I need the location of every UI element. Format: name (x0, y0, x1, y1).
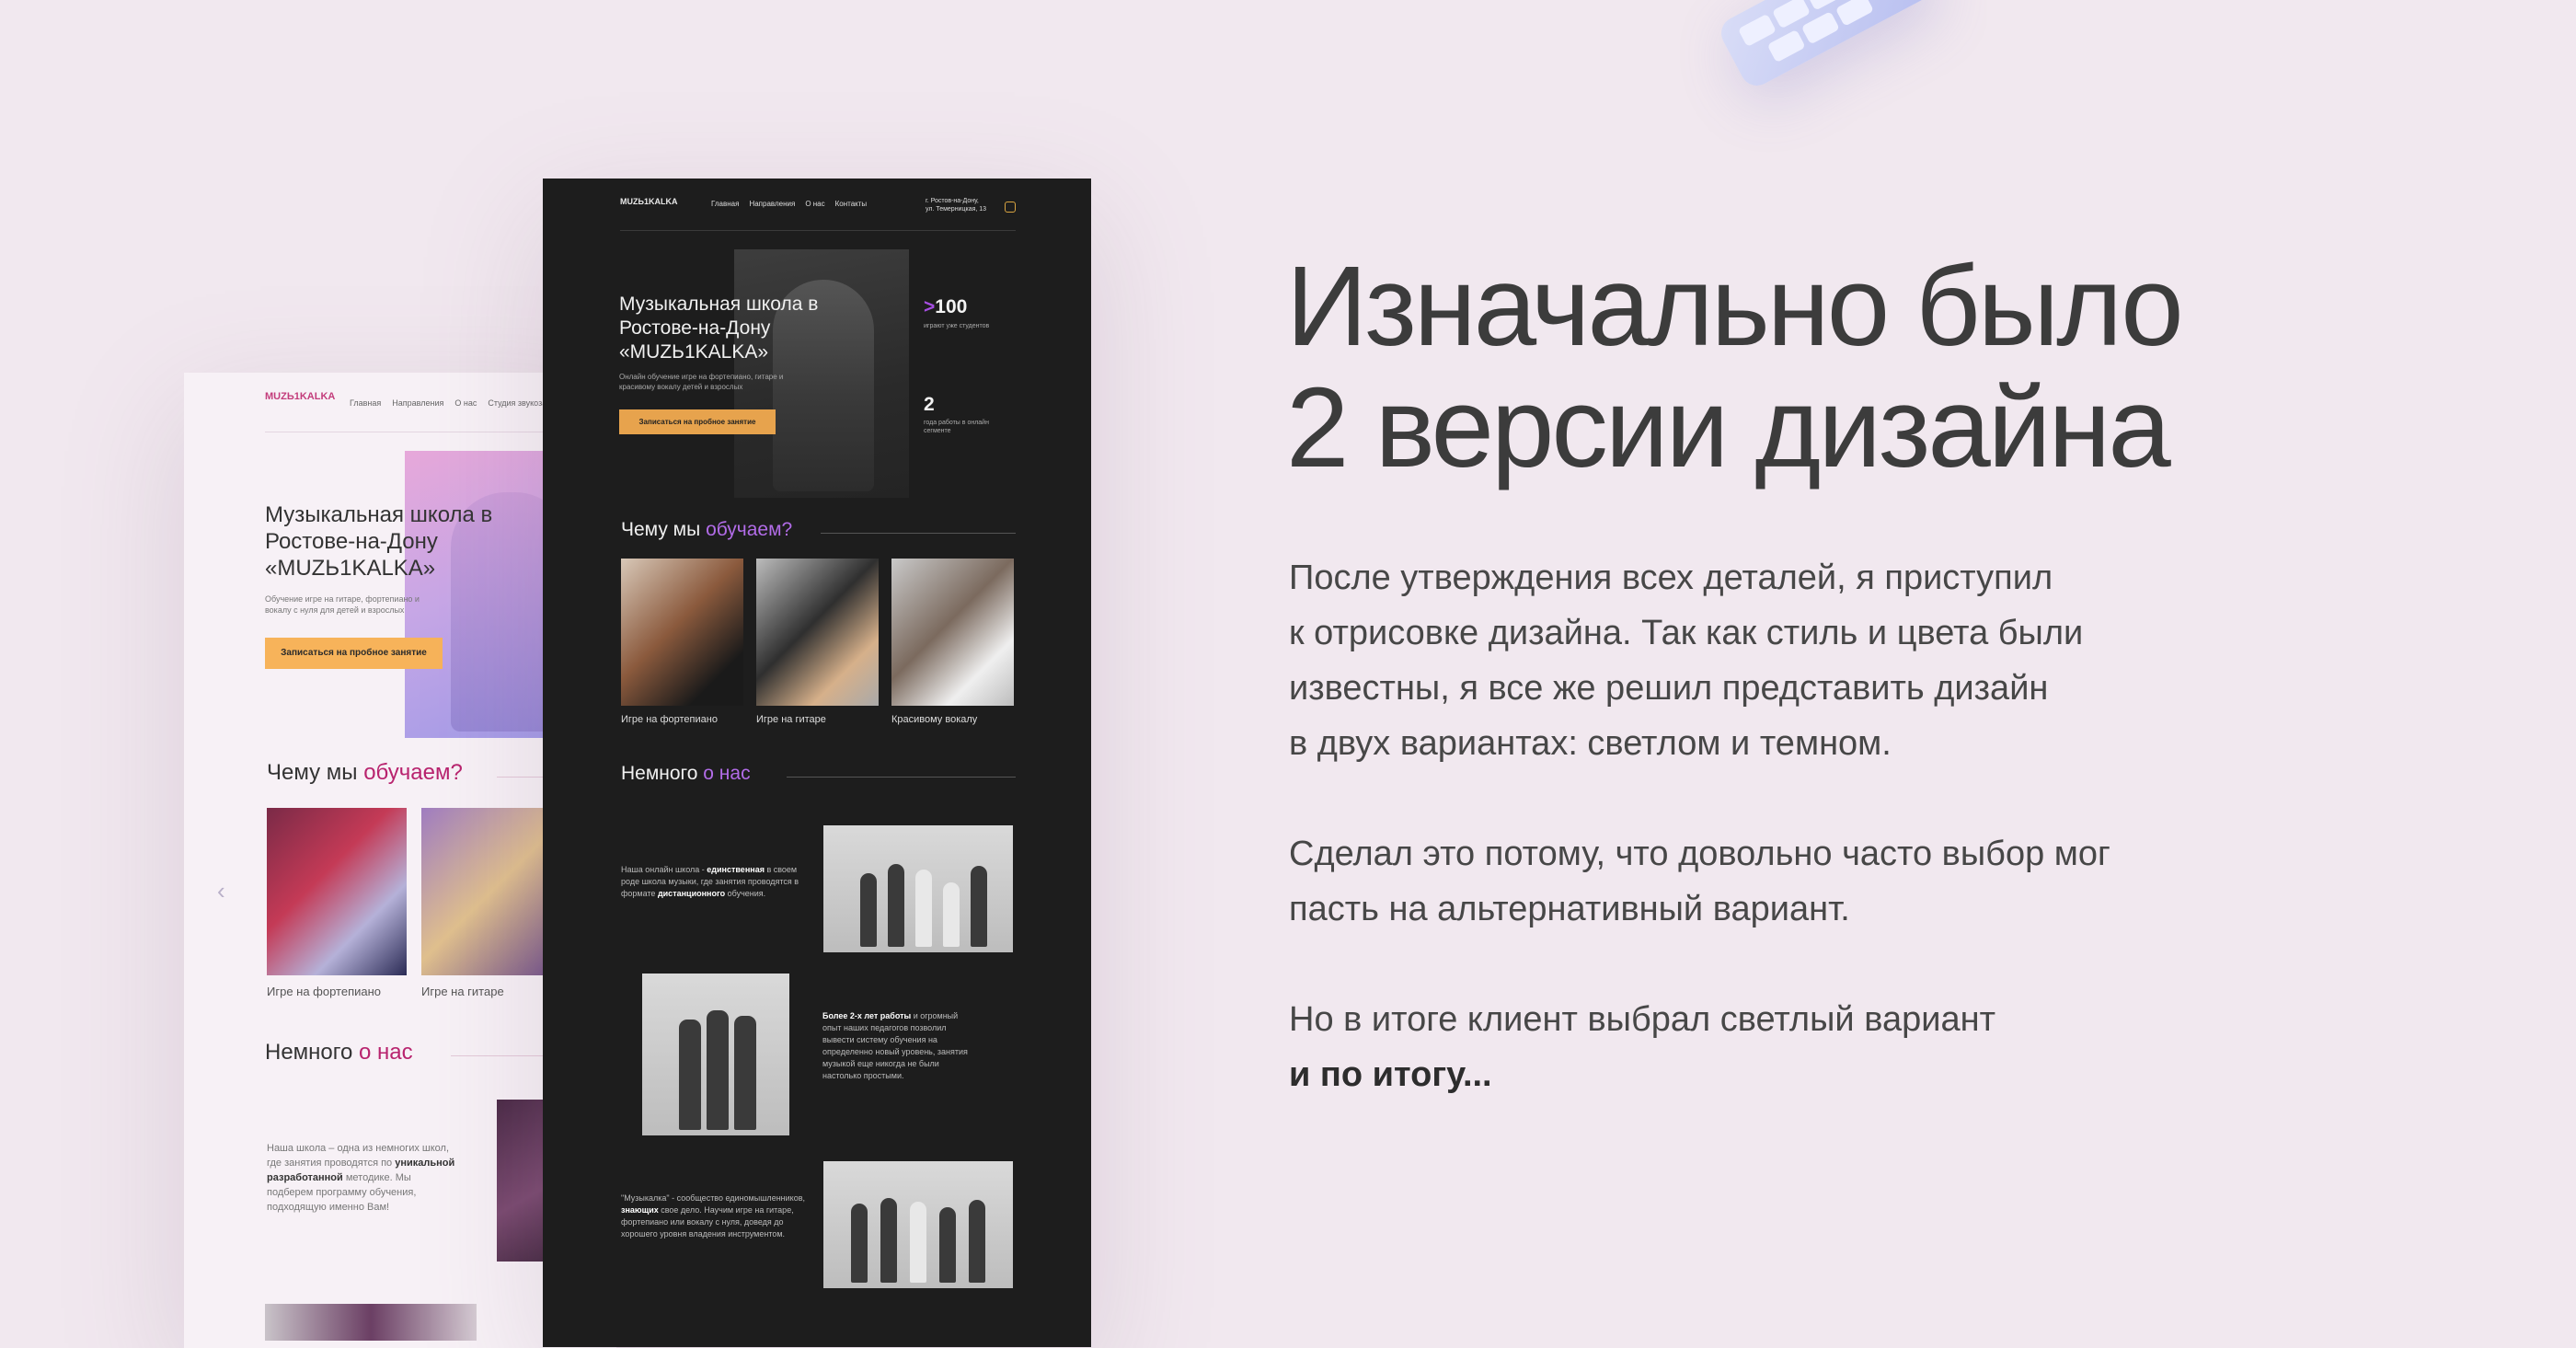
about-text-3: "Музыкалка" - сообщество единомышленнико… (621, 1193, 805, 1239)
gallery-image (265, 1304, 477, 1341)
hero-subtitle: Обучение игре на гитаре, фортепиано и во… (265, 594, 420, 615)
card-caption: Красивому вокалу (891, 714, 978, 725)
teach-section-title: Чему мы обучаем? (267, 760, 463, 785)
card-piano-image[interactable] (267, 808, 407, 975)
paragraph-1: После утверждения всех деталей, я присту… (1289, 559, 2084, 763)
keyboard-decoration (1715, 0, 1938, 92)
nav-item-contacts[interactable]: Контакты (835, 200, 868, 208)
teach-section-title: Чему мы обучаем? (621, 519, 793, 540)
hero-subtitle: Онлайн обучение игре на фортепиано, гита… (619, 373, 784, 391)
stat-students-number: >100 (924, 296, 968, 317)
about-text-1: Наша онлайн школа - единственная в своем… (621, 865, 799, 898)
paragraph-2: Сделал это потому, что довольно часто вы… (1289, 835, 2110, 928)
card-vocal-image[interactable] (891, 559, 1014, 706)
card-caption: Игре на гитаре (756, 714, 826, 725)
stat-years-label: года работы в онлайн сегменте (924, 420, 989, 434)
chevron-left-icon[interactable]: ‹ (217, 877, 225, 905)
card-caption: Игре на фортепиано (621, 714, 718, 725)
team-photo-3 (823, 1161, 1013, 1288)
trial-lesson-button[interactable]: Записаться на пробное занятие (265, 638, 443, 669)
address: г. Ростов-на-Дону, ул. Темерницкая, 13 (926, 198, 987, 213)
team-photo-2 (642, 974, 789, 1135)
stat-students-label: играют уже студентов (924, 323, 990, 329)
card-guitar-image[interactable] (756, 559, 879, 706)
about-section-title: Немного о нас (621, 763, 751, 784)
dark-design-mockup: MUZЬ1KALKA Главная Направления О нас Контак… (543, 179, 1091, 1347)
nav-item-about[interactable]: О нас (454, 398, 477, 408)
card-guitar-image[interactable] (421, 808, 561, 975)
about-text-2: Более 2-х лет работы и огромный опыт наш… (822, 1011, 968, 1080)
instagram-icon[interactable] (1005, 202, 1016, 213)
card-caption: Игре на фортепиано (267, 985, 382, 998)
slide-headline: Изначально было 2 версии дизайна (1286, 244, 2184, 491)
hero-title: Музыкальная школа в Ростове-на-Дону «MUZ… (265, 502, 493, 581)
nav-item-about[interactable]: О нас (805, 200, 824, 208)
logo[interactable]: MUZЬ1KALKA (620, 197, 677, 206)
logo[interactable]: MUZЬ1KALKA (265, 391, 335, 402)
about-section-title: Немного о нас (265, 1040, 413, 1065)
card-piano-image[interactable] (621, 559, 743, 706)
hero-title: Музыкальная школа в Ростове-на-Дону «MUZ… (619, 294, 819, 363)
team-photo-1 (823, 825, 1013, 952)
nav: Главная Направления О нас Студия звукозапис… (350, 398, 576, 408)
trial-lesson-button[interactable]: Записаться на пробное занятие (619, 409, 776, 434)
nav-item-directions[interactable]: Направления (392, 398, 443, 408)
section-line (821, 533, 1016, 534)
about-text: Наша школа – одна из немногих школ, где … (267, 1143, 455, 1213)
nav-item-home[interactable]: Главная (711, 200, 739, 208)
nav-item-directions[interactable]: Направления (749, 200, 795, 208)
card-caption: Игре на гитаре (421, 985, 504, 998)
header-divider (620, 230, 1016, 231)
paragraph-3: Но в итоге клиент выбрал светлый вариант… (1289, 1000, 1995, 1094)
nav-item-home[interactable]: Главная (350, 398, 381, 408)
stat-years-number: 2 (924, 394, 935, 415)
section-line (787, 777, 1016, 778)
nav: Главная Направления О нас Контакты (711, 200, 877, 208)
